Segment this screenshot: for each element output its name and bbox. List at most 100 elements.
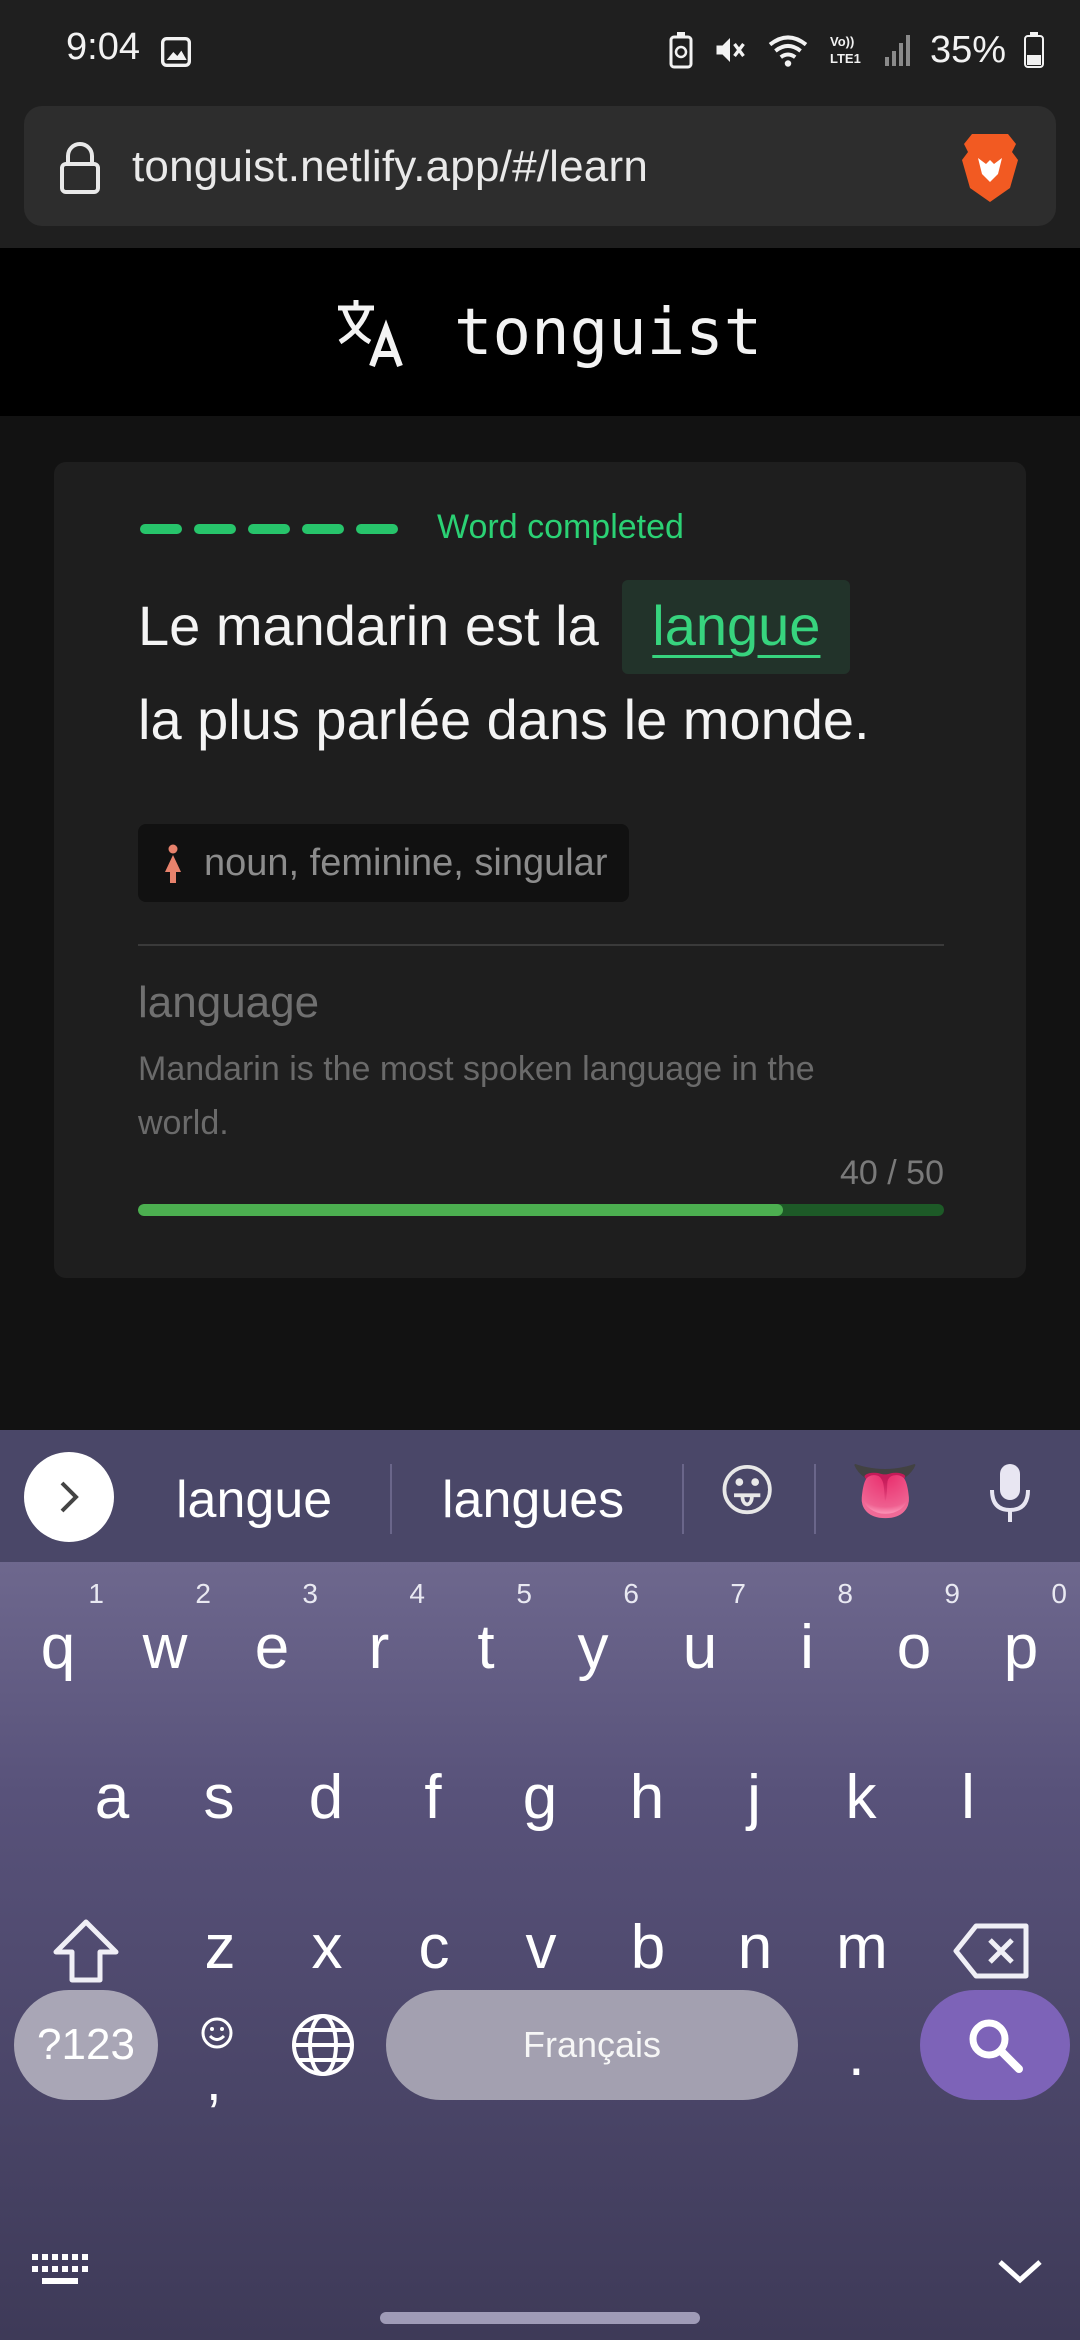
key-label: i [800, 1613, 814, 1682]
translation: language [138, 978, 320, 1027]
key-f[interactable]: f [403, 1762, 463, 1833]
key-g[interactable]: g [510, 1762, 570, 1833]
status-time: 9:04 [66, 26, 140, 68]
key-label: l [961, 1763, 975, 1832]
address-bar[interactable]: tonguist.netlify.app/#/learn [24, 106, 1056, 226]
key-number-hint: 0 [1051, 1578, 1067, 1609]
expand-toolbar-button[interactable] [24, 1452, 114, 1542]
grammar-badge: noun, feminine, singular [138, 824, 630, 902]
key-u[interactable]: u7 [670, 1578, 746, 1683]
suggestion-2[interactable]: langues [442, 1470, 624, 1530]
key-label: q [40, 1613, 76, 1682]
key-e[interactable]: e3 [242, 1578, 318, 1683]
browser-toolbar: tonguist.netlify.app/#/learn [0, 100, 1080, 248]
symbols-key[interactable]: ?123 [14, 1990, 158, 2100]
search-icon [969, 2019, 1023, 2073]
key-number-hint: 1 [88, 1578, 104, 1609]
wifi-icon [768, 35, 808, 67]
url-text[interactable]: tonguist.netlify.app/#/learn [132, 142, 648, 192]
progress-dash [140, 524, 182, 534]
key-m[interactable]: m [832, 1912, 892, 1983]
key-label: n [737, 1913, 773, 1982]
progress-dash [194, 524, 236, 534]
microphone-icon[interactable] [988, 1462, 1032, 1526]
learn-card: Word completed Le mandarin est la langue… [54, 462, 1026, 1278]
space-key[interactable]: Français [386, 1990, 798, 2100]
key-label: w [142, 1613, 188, 1682]
smiley-icon [201, 2017, 233, 2049]
key-label: t [477, 1613, 495, 1682]
key-r[interactable]: r4 [349, 1578, 425, 1683]
suggestion-separator [682, 1464, 684, 1534]
key-x[interactable]: x [297, 1912, 357, 1983]
suggestion-1[interactable]: langue [176, 1470, 332, 1530]
key-label: h [629, 1763, 665, 1832]
key-label: r [368, 1613, 390, 1682]
brave-lion-icon[interactable] [958, 130, 1022, 204]
grammar-text: noun, feminine, singular [204, 841, 608, 884]
chevron-right-icon [60, 1481, 79, 1513]
comma-key[interactable]: , [206, 2048, 222, 2113]
backspace-icon[interactable] [952, 1922, 1032, 1980]
key-i[interactable]: i8 [777, 1578, 853, 1683]
key-n[interactable]: n [725, 1912, 785, 1983]
key-o[interactable]: o9 [884, 1578, 960, 1683]
hide-keyboard-icon[interactable] [996, 2256, 1044, 2286]
key-k[interactable]: k [831, 1762, 891, 1833]
female-icon [165, 844, 181, 883]
emoji-key[interactable]: , [196, 2017, 240, 2112]
key-c[interactable]: c [404, 1912, 464, 1983]
key-y[interactable]: y6 [563, 1578, 640, 1683]
globe-icon[interactable] [290, 2012, 356, 2078]
key-z[interactable]: z [190, 1912, 250, 1983]
keyboard-icon[interactable] [30, 2250, 90, 2290]
gallery-icon [161, 37, 191, 67]
key-s[interactable]: s [189, 1762, 249, 1833]
key-label: a [94, 1763, 130, 1832]
key-label: d [308, 1763, 344, 1832]
answer-input[interactable]: langue [622, 580, 851, 674]
suggestion-separator [814, 1464, 816, 1534]
emoji-suggestion-1[interactable]: 😛 [718, 1458, 776, 1524]
key-number-hint: 3 [302, 1578, 318, 1609]
key-t[interactable]: t5 [456, 1578, 532, 1683]
sentence-after: la plus parlée dans le monde. [138, 688, 870, 751]
status-bar: 9:04 Vo)) LTE1 35% [0, 0, 1080, 100]
suggestion-separator [390, 1464, 392, 1534]
key-label: z [204, 1913, 236, 1982]
key-h[interactable]: h [617, 1762, 677, 1833]
key-label: x [311, 1913, 343, 1982]
search-key[interactable] [920, 1990, 1070, 2100]
period-key[interactable]: . [848, 2020, 865, 2089]
key-v[interactable]: v [511, 1912, 571, 1983]
navigation-handle[interactable] [380, 2312, 700, 2324]
shift-icon[interactable] [50, 1918, 122, 1984]
app-title: tonguist [454, 296, 763, 370]
progress-label: 40 / 50 [840, 1154, 944, 1192]
key-q[interactable]: q1 [28, 1578, 104, 1683]
key-a[interactable]: a [82, 1762, 142, 1833]
lock-icon[interactable] [58, 140, 102, 194]
key-b[interactable]: b [618, 1912, 678, 1983]
key-number-hint: 9 [944, 1578, 960, 1609]
key-label: y [577, 1613, 609, 1682]
key-number-hint: 5 [516, 1578, 532, 1609]
key-w[interactable]: w2 [135, 1578, 211, 1683]
key-label: u [682, 1613, 718, 1682]
key-l[interactable]: l [938, 1762, 998, 1833]
status-icons: Vo)) LTE1 35% [668, 26, 1044, 74]
key-number-hint: 6 [623, 1578, 639, 1609]
key-label: p [1003, 1613, 1039, 1682]
emoji-suggestion-2[interactable]: 👅 [850, 1458, 920, 1524]
key-d[interactable]: d [296, 1762, 356, 1833]
keyboard: langue langues 😛 👅 [0, 1430, 1080, 2340]
key-label: k [845, 1763, 877, 1832]
key-label: c [418, 1913, 450, 1982]
word-status: Word completed [437, 508, 684, 546]
key-p[interactable]: p0 [991, 1578, 1067, 1683]
key-label: b [630, 1913, 666, 1982]
key-label: s [203, 1763, 235, 1832]
key-number-hint: 4 [409, 1578, 425, 1609]
key-j[interactable]: j [724, 1762, 784, 1833]
progress-dash [302, 524, 344, 534]
